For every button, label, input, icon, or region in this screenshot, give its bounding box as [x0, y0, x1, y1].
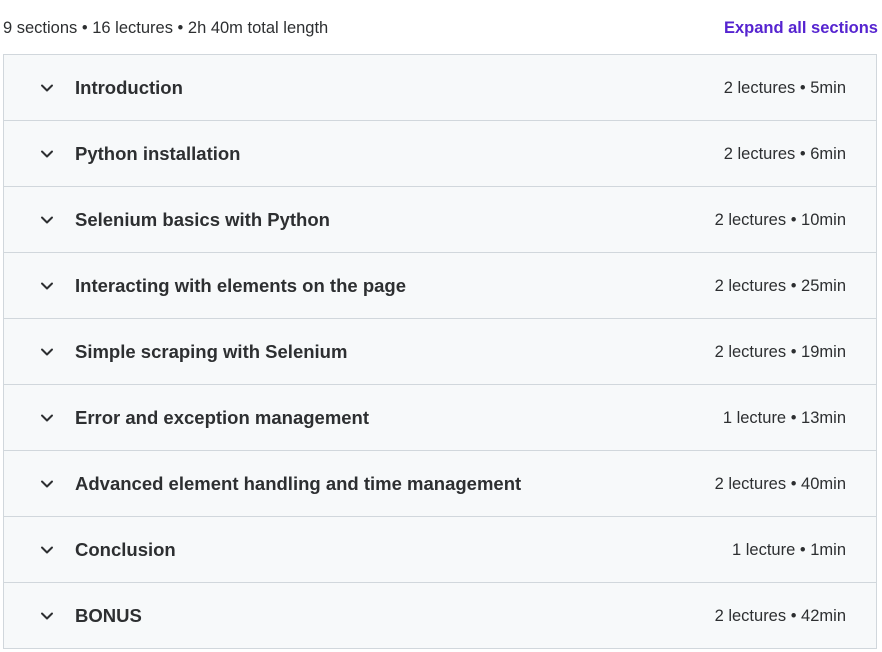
chevron-down-icon: [39, 609, 55, 623]
chevron-down-icon: [39, 411, 55, 425]
section-row-bonus[interactable]: BONUS 2 lectures • 42min: [4, 583, 876, 648]
section-meta: 2 lectures • 25min: [714, 277, 846, 295]
section-row-selenium-basics[interactable]: Selenium basics with Python 2 lectures •…: [4, 187, 876, 253]
section-row-advanced-element-handling[interactable]: Advanced element handling and time manag…: [4, 451, 876, 517]
section-meta: 2 lectures • 42min: [714, 607, 846, 625]
section-list: Introduction 2 lectures • 5min Python in…: [3, 54, 877, 649]
section-title: BONUS: [75, 605, 142, 626]
section-row-introduction[interactable]: Introduction 2 lectures • 5min: [4, 55, 876, 121]
section-meta: 1 lecture • 13min: [722, 409, 846, 427]
chevron-down-icon: [39, 477, 55, 491]
section-meta: 1 lecture • 1min: [732, 541, 846, 559]
section-meta: 2 lectures • 5min: [723, 79, 846, 97]
section-meta: 2 lectures • 10min: [714, 211, 846, 229]
section-title: Selenium basics with Python: [75, 209, 330, 230]
section-title: Interacting with elements on the page: [75, 275, 406, 296]
section-meta: 2 lectures • 6min: [723, 145, 846, 163]
curriculum-summary: 9 sections • 16 lectures • 2h 40m total …: [3, 19, 329, 37]
chevron-down-icon: [39, 543, 55, 557]
course-curriculum: 9 sections • 16 lectures • 2h 40m total …: [0, 0, 882, 652]
section-meta: 2 lectures • 19min: [714, 343, 846, 361]
expand-all-sections-button[interactable]: Expand all sections: [724, 17, 878, 39]
section-row-python-installation[interactable]: Python installation 2 lectures • 6min: [4, 121, 876, 187]
section-title: Conclusion: [75, 539, 176, 560]
section-row-interacting-with-elements[interactable]: Interacting with elements on the page 2 …: [4, 253, 876, 319]
chevron-down-icon: [39, 345, 55, 359]
curriculum-summary-bar: 9 sections • 16 lectures • 2h 40m total …: [0, 0, 882, 54]
chevron-down-icon: [39, 213, 55, 227]
chevron-down-icon: [39, 279, 55, 293]
section-title: Python installation: [75, 143, 241, 164]
section-title: Error and exception management: [75, 407, 370, 428]
section-title: Advanced element handling and time manag…: [75, 473, 522, 494]
section-title: Simple scraping with Selenium: [75, 341, 348, 362]
section-meta: 2 lectures • 40min: [714, 475, 846, 493]
section-row-simple-scraping[interactable]: Simple scraping with Selenium 2 lectures…: [4, 319, 876, 385]
chevron-down-icon: [39, 81, 55, 95]
section-title: Introduction: [75, 77, 183, 98]
section-row-error-management[interactable]: Error and exception management 1 lecture…: [4, 385, 876, 451]
chevron-down-icon: [39, 147, 55, 161]
section-row-conclusion[interactable]: Conclusion 1 lecture • 1min: [4, 517, 876, 583]
